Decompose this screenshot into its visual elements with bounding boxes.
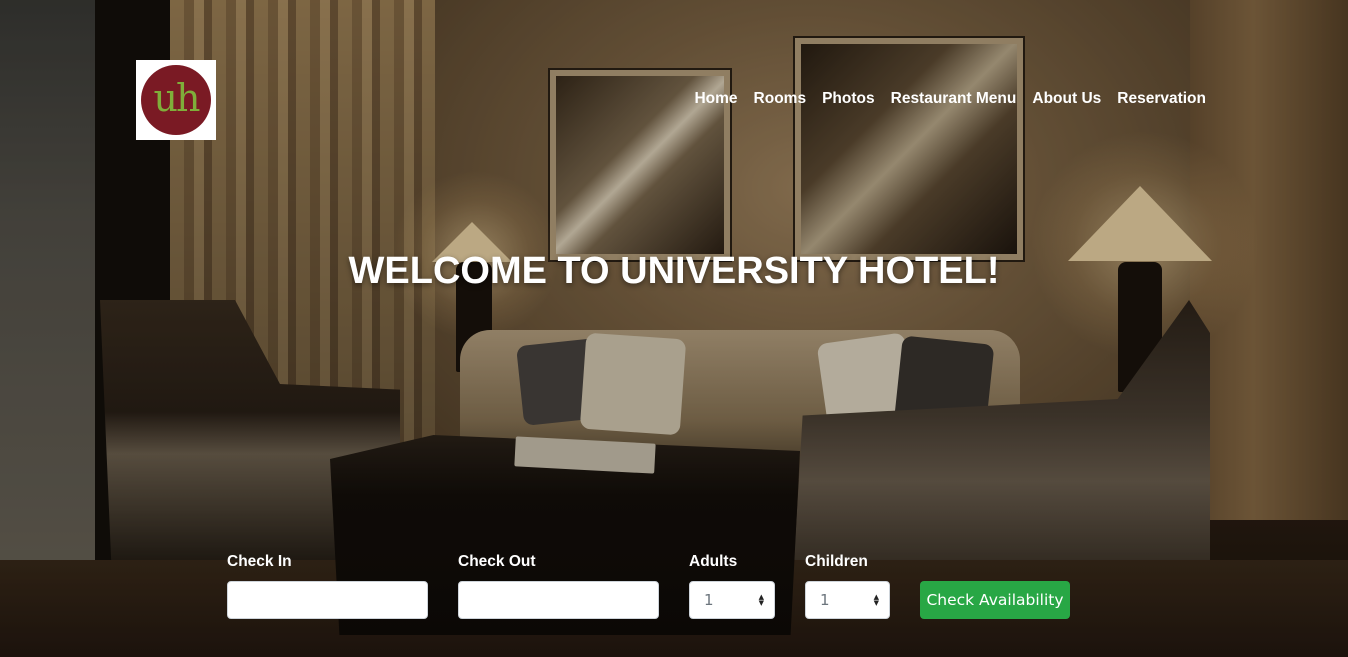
- adults-select[interactable]: 1 ▲ ▼: [689, 581, 775, 619]
- check-out-label: Check Out: [458, 553, 536, 570]
- children-field: Children 1 ▲ ▼: [805, 553, 890, 619]
- children-value: 1: [820, 591, 830, 609]
- check-in-field: Check In: [227, 553, 428, 619]
- check-in-label: Check In: [227, 553, 292, 570]
- children-select[interactable]: 1 ▲ ▼: [805, 581, 890, 619]
- select-arrows-icon: ▲ ▼: [873, 593, 879, 607]
- check-in-input[interactable]: [227, 581, 428, 619]
- adults-value: 1: [704, 591, 714, 609]
- logo-letters: uh: [153, 76, 201, 120]
- main-nav: Home Rooms Photos Restaurant Menu About …: [694, 90, 1206, 108]
- hotel-logo[interactable]: uh: [136, 60, 216, 140]
- nav-restaurant-menu[interactable]: Restaurant Menu: [891, 90, 1017, 108]
- logo-circle: uh: [141, 65, 211, 135]
- hero-title: WELCOME TO UNIVERSITY HOTEL!: [348, 250, 1000, 292]
- select-arrows-icon: ▲ ▼: [758, 593, 764, 607]
- nav-about-us[interactable]: About Us: [1032, 90, 1101, 108]
- check-availability-button[interactable]: Check Availability: [920, 581, 1070, 619]
- nav-rooms[interactable]: Rooms: [754, 90, 807, 108]
- children-label: Children: [805, 553, 868, 570]
- nav-reservation[interactable]: Reservation: [1117, 90, 1206, 108]
- nav-home[interactable]: Home: [694, 90, 737, 108]
- adults-field: Adults 1 ▲ ▼: [689, 553, 775, 619]
- check-out-input[interactable]: [458, 581, 659, 619]
- check-out-field: Check Out: [458, 553, 659, 619]
- nav-photos[interactable]: Photos: [822, 90, 875, 108]
- adults-label: Adults: [689, 553, 738, 570]
